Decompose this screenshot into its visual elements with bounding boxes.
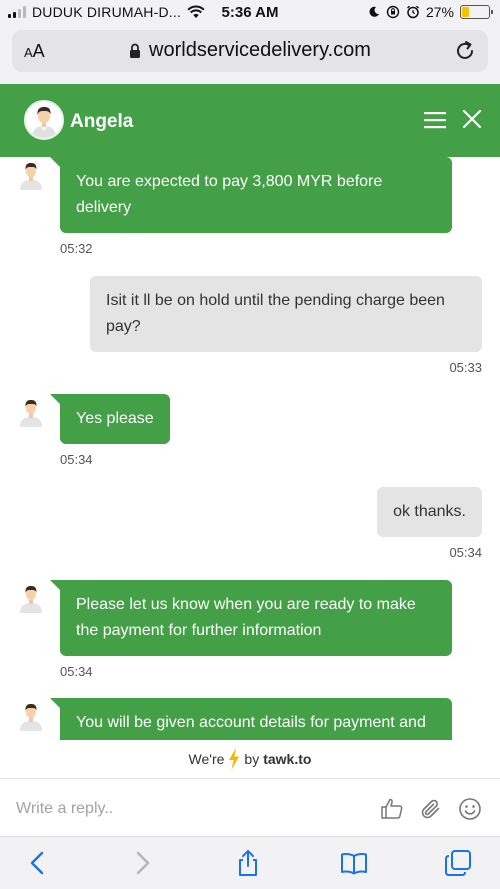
battery-icon: [460, 5, 493, 19]
message-agent: Yes please 05:34: [60, 394, 170, 467]
bubble-tail: [50, 157, 60, 167]
url-text: worldservicedelivery.com: [149, 39, 371, 61]
message-visitor: ok thanks. 05:34: [377, 487, 482, 560]
back-icon[interactable]: [24, 849, 52, 877]
message-list[interactable]: You are expected to pay 3,800 MYR before…: [0, 157, 500, 740]
share-icon[interactable]: [234, 849, 262, 877]
lightning-icon: [229, 748, 240, 770]
battery-percent: 27%: [425, 4, 454, 20]
message-time: 05:33: [449, 360, 482, 375]
message-bubble: Isit it ll be on hold until the pending …: [90, 276, 482, 352]
message-time: 05:34: [60, 664, 93, 679]
message-time: 05:32: [60, 241, 93, 256]
browser-toolbar: [0, 836, 500, 889]
lock-icon: [130, 43, 141, 58]
menu-icon[interactable]: [424, 111, 446, 129]
reload-icon[interactable]: [452, 38, 478, 64]
agent-avatar-small: [20, 163, 42, 190]
paperclip-icon[interactable]: [419, 797, 443, 821]
message-agent: You will be given account details for pa…: [60, 698, 452, 740]
message-visitor: Isit it ll be on hold until the pending …: [90, 276, 482, 375]
message-bubble: ok thanks.: [377, 487, 482, 537]
message-time: 05:34: [449, 545, 482, 560]
message-bubble: Yes please: [60, 394, 170, 444]
rotation-lock-icon: [386, 5, 400, 19]
close-icon[interactable]: [462, 109, 482, 129]
agent-avatar-small: [20, 586, 42, 613]
bubble-tail: [50, 698, 60, 708]
address-bar[interactable]: AA worldservicedelivery.com: [12, 30, 488, 72]
agent-avatar-small: [20, 400, 42, 427]
reply-input[interactable]: [16, 800, 316, 818]
thumbs-up-icon[interactable]: [380, 797, 404, 821]
message-bubble: You are expected to pay 3,800 MYR before…: [60, 157, 452, 233]
agent-avatar-small: [20, 704, 42, 731]
message-agent: Please let us know when you are ready to…: [60, 580, 452, 679]
message-bubble: Please let us know when you are ready to…: [60, 580, 452, 656]
bubble-tail: [50, 394, 60, 404]
agent-name: Angela: [70, 111, 134, 132]
forward-icon[interactable]: [128, 849, 156, 877]
message-time: 05:34: [60, 452, 93, 467]
url-display[interactable]: worldservicedelivery.com: [12, 39, 488, 62]
bookmarks-icon[interactable]: [340, 849, 368, 877]
alarm-icon: [407, 5, 419, 19]
status-bar: DUDUK DIRUMAH-D... 5:36 AM 27%: [0, 0, 500, 26]
bubble-tail: [50, 580, 60, 590]
status-right: 27%: [368, 4, 493, 20]
powered-prefix: We're: [188, 751, 225, 767]
moon-icon: [369, 6, 379, 17]
emoji-icon[interactable]: [458, 797, 482, 821]
powered-middle: by: [244, 751, 260, 767]
browser-url-area: AA worldservicedelivery.com: [0, 26, 500, 84]
chat-header: Angela: [0, 84, 500, 157]
powered-by[interactable]: We're by tawk.to: [0, 740, 500, 778]
message-agent: You are expected to pay 3,800 MYR before…: [60, 157, 452, 256]
tawk-brand: tawk.to: [263, 751, 312, 767]
agent-avatar: [24, 100, 64, 140]
tabs-icon[interactable]: [444, 849, 472, 877]
reply-bar: [0, 778, 500, 836]
message-bubble: You will be given account details for pa…: [60, 698, 452, 740]
